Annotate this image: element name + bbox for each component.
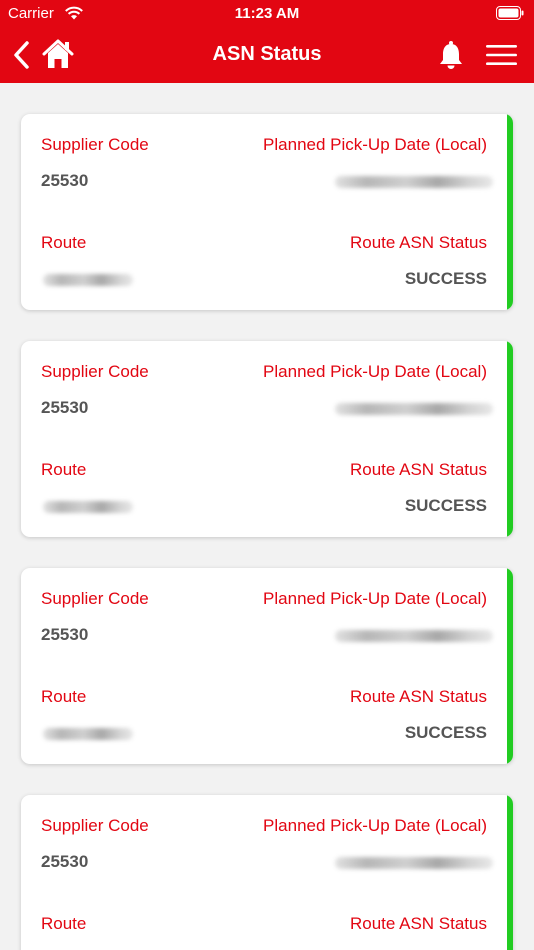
route-asn-status-value: SUCCESS <box>404 496 487 515</box>
planned-pickup-date-label: Planned Pick-Up Date (Local) <box>263 362 487 381</box>
supplier-code-value: 25530 <box>41 625 89 644</box>
asn-card[interactable]: Supplier Code Planned Pick-Up Date (Loca… <box>21 795 513 950</box>
route-asn-status-label: Route ASN Status <box>349 914 487 933</box>
clock: 11:23 AM <box>234 5 300 22</box>
battery-icon <box>496 6 524 20</box>
route-asn-status-label: Route ASN Status <box>349 460 487 479</box>
route-value-redacted <box>43 501 133 513</box>
status-accent-bar <box>507 568 513 764</box>
route-label: Route <box>41 687 87 706</box>
route-asn-status-label: Route ASN Status <box>349 687 487 706</box>
supplier-code-label: Supplier Code <box>41 589 149 608</box>
planned-pickup-date-label: Planned Pick-Up Date (Local) <box>263 135 487 154</box>
asn-card[interactable]: Supplier Code Planned Pick-Up Date (Loca… <box>21 114 513 310</box>
supplier-code-label: Supplier Code <box>41 816 149 835</box>
route-asn-status-value: SUCCESS <box>404 269 487 288</box>
navigation-bar: ASN Status <box>0 28 534 83</box>
status-accent-bar <box>507 114 513 310</box>
status-accent-bar <box>507 341 513 537</box>
planned-pickup-date-value-redacted <box>335 630 493 642</box>
route-value-redacted <box>43 728 133 740</box>
supplier-code-value: 25530 <box>41 171 89 190</box>
planned-pickup-date-value-redacted <box>335 176 493 188</box>
route-label: Route <box>41 233 87 252</box>
supplier-code-value: 25530 <box>41 852 89 871</box>
route-asn-status-value: SUCCESS <box>404 723 487 742</box>
route-asn-status-label: Route ASN Status <box>349 233 487 252</box>
supplier-code-label: Supplier Code <box>41 135 149 154</box>
planned-pickup-date-label: Planned Pick-Up Date (Local) <box>263 589 487 608</box>
supplier-code-label: Supplier Code <box>41 362 149 381</box>
planned-pickup-date-value-redacted <box>335 403 493 415</box>
route-label: Route <box>41 914 87 933</box>
route-value-redacted <box>43 274 133 286</box>
status-accent-bar <box>507 795 513 950</box>
bell-icon[interactable] <box>438 40 464 70</box>
hamburger-menu-icon[interactable] <box>486 44 517 66</box>
top-bar: Carrier 11:23 AM ASN Status <box>0 0 534 83</box>
status-bar: Carrier 11:23 AM <box>0 0 534 28</box>
planned-pickup-date-value-redacted <box>335 857 493 869</box>
asn-card[interactable]: Supplier Code Planned Pick-Up Date (Loca… <box>21 341 513 537</box>
planned-pickup-date-label: Planned Pick-Up Date (Local) <box>263 816 487 835</box>
supplier-code-value: 25530 <box>41 398 89 417</box>
asn-card[interactable]: Supplier Code Planned Pick-Up Date (Loca… <box>21 568 513 764</box>
route-label: Route <box>41 460 87 479</box>
